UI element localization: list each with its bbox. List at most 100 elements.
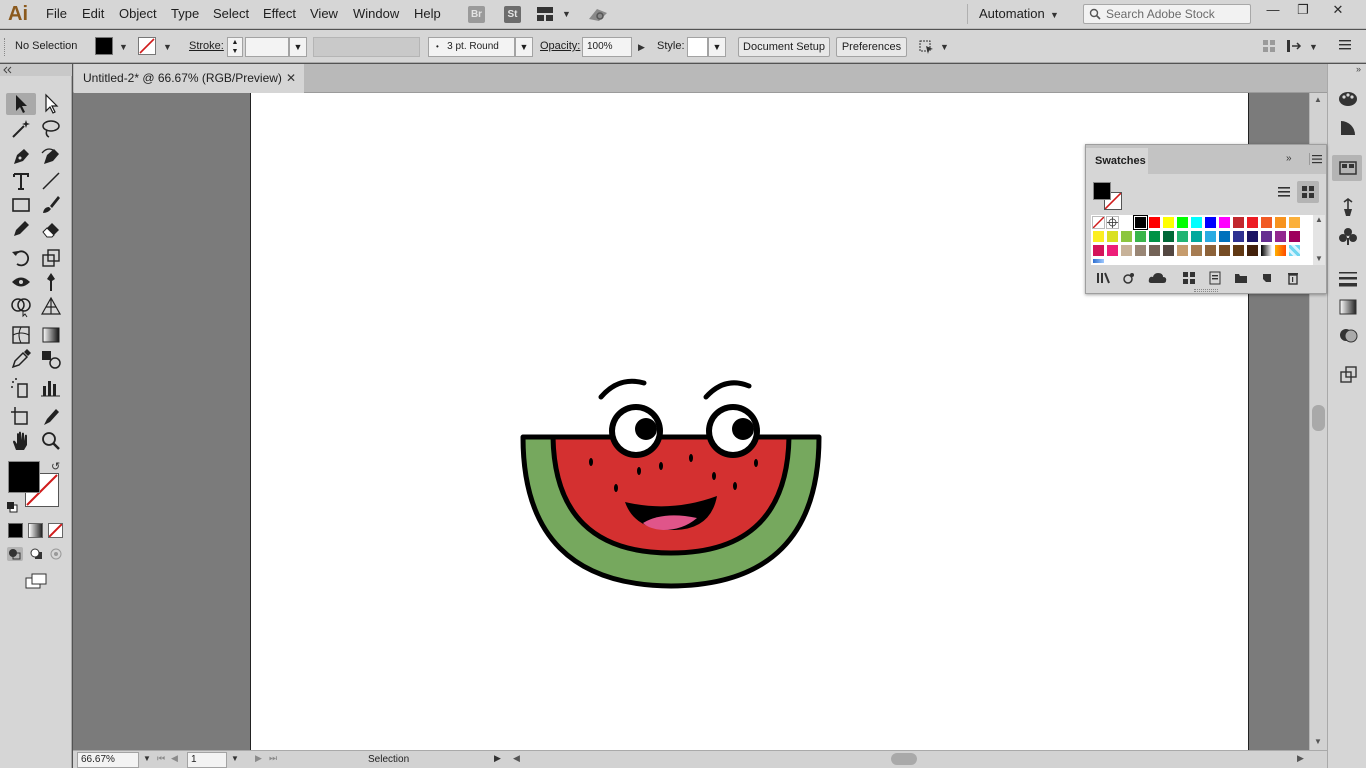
- column-graph-tool-icon[interactable]: [39, 376, 63, 400]
- arrange-icon[interactable]: [1263, 40, 1275, 52]
- chevron-right-icon[interactable]: ▶: [638, 42, 645, 53]
- arrange-documents-icon[interactable]: [537, 7, 553, 21]
- variable-width-profile[interactable]: [313, 37, 420, 57]
- swatch[interactable]: [1176, 230, 1189, 243]
- chevron-down-icon[interactable]: ▼: [708, 37, 726, 57]
- swatch[interactable]: [1246, 216, 1259, 229]
- swatch[interactable]: [1190, 230, 1203, 243]
- chevron-down-icon[interactable]: ▼: [562, 9, 571, 19]
- swatch[interactable]: [1274, 216, 1287, 229]
- chevron-down-icon[interactable]: ▼: [289, 37, 307, 57]
- last-artboard-icon[interactable]: ⏭: [269, 753, 277, 764]
- gradient-tool-icon[interactable]: [39, 323, 63, 347]
- panel-resize-grip[interactable]: [1194, 289, 1218, 292]
- swatch[interactable]: [1148, 244, 1161, 257]
- stroke-swatch[interactable]: [138, 37, 156, 55]
- swatch[interactable]: [1232, 216, 1245, 229]
- swatch[interactable]: [1218, 244, 1231, 257]
- chevron-down-icon[interactable]: ▼: [515, 37, 533, 57]
- chevron-down-icon[interactable]: ▼: [1309, 42, 1318, 52]
- stroke-panel-icon[interactable]: [1337, 267, 1359, 289]
- dock-collapse-icon[interactable]: »: [1356, 64, 1361, 74]
- transform-icon[interactable]: [1287, 39, 1303, 53]
- shaper-tool-icon[interactable]: [9, 217, 33, 241]
- scroll-up-icon[interactable]: ▲: [1314, 95, 1322, 104]
- swatch[interactable]: [1288, 216, 1301, 229]
- color-panel-icon[interactable]: [1337, 88, 1359, 110]
- swatch[interactable]: [1204, 230, 1217, 243]
- swatch[interactable]: [1288, 230, 1301, 243]
- swatch[interactable]: [1092, 230, 1105, 243]
- width-tool-icon[interactable]: [9, 270, 33, 294]
- puppet-warp-tool-icon[interactable]: [39, 270, 63, 294]
- color-group-icon[interactable]: [1208, 271, 1222, 285]
- menu-help[interactable]: Help: [414, 0, 441, 29]
- swatches-panel-icon[interactable]: [1337, 157, 1359, 179]
- cc-libraries-icon[interactable]: [1148, 271, 1168, 285]
- bridge-button[interactable]: Br: [468, 6, 485, 23]
- swatch[interactable]: [1134, 230, 1147, 243]
- paintbrush-tool-icon[interactable]: [39, 193, 63, 217]
- mesh-tool-icon[interactable]: [9, 323, 33, 347]
- menu-select[interactable]: Select: [213, 0, 249, 29]
- swatch-grid-scrollbar[interactable]: ▲ ▼: [1313, 215, 1325, 265]
- menu-edit[interactable]: Edit: [82, 0, 104, 29]
- gpu-performance-icon[interactable]: [587, 5, 609, 23]
- swatch[interactable]: [1204, 216, 1217, 229]
- thumbnail-view-icon[interactable]: [1297, 181, 1319, 203]
- slice-tool-icon[interactable]: [39, 405, 63, 429]
- swatch[interactable]: [1133, 215, 1148, 230]
- color-guide-icon[interactable]: [1337, 117, 1359, 139]
- graphic-style-swatch[interactable]: [687, 37, 708, 57]
- zoom-tool-icon[interactable]: [39, 429, 63, 453]
- swatch[interactable]: [1162, 244, 1175, 257]
- chevron-down-icon[interactable]: ▼: [940, 42, 949, 52]
- menu-view[interactable]: View: [310, 0, 338, 29]
- draw-behind-icon[interactable]: [29, 547, 45, 561]
- swatch[interactable]: [1092, 244, 1105, 257]
- gradient-panel-icon[interactable]: [1337, 296, 1359, 318]
- magic-wand-tool-icon[interactable]: [9, 117, 33, 141]
- collapse-panel-icon[interactable]: »: [1286, 153, 1292, 164]
- swatch[interactable]: [1162, 230, 1175, 243]
- panel-fill-box[interactable]: [1093, 182, 1111, 200]
- swatch-libraries-icon[interactable]: [1096, 271, 1110, 285]
- swatch[interactable]: [1162, 216, 1175, 229]
- first-artboard-icon[interactable]: ⏮: [157, 753, 165, 764]
- gradient-swatch[interactable]: [1260, 244, 1273, 257]
- pen-tool-icon[interactable]: [9, 145, 33, 169]
- document-setup-button[interactable]: Document Setup: [738, 37, 830, 57]
- swatch-registration[interactable]: [1106, 216, 1119, 229]
- chevron-down-icon[interactable]: ▼: [1050, 10, 1059, 20]
- new-swatch-icon[interactable]: [1260, 271, 1274, 285]
- swatch[interactable]: [1232, 230, 1245, 243]
- previous-artboard-icon[interactable]: ◀: [171, 753, 178, 764]
- scale-tool-icon[interactable]: [39, 246, 63, 270]
- swatch[interactable]: [1148, 216, 1161, 229]
- show-swatch-kinds-icon[interactable]: [1122, 271, 1136, 285]
- perspective-grid-tool-icon[interactable]: [39, 294, 63, 318]
- symbol-sprayer-tool-icon[interactable]: [9, 376, 33, 400]
- default-fill-stroke-icon[interactable]: [6, 501, 18, 513]
- new-color-group-icon[interactable]: [1234, 271, 1248, 285]
- swatch[interactable]: [1176, 216, 1189, 229]
- swatch[interactable]: [1246, 230, 1259, 243]
- shape-builder-tool-icon[interactable]: [9, 294, 33, 318]
- curvature-tool-icon[interactable]: [39, 145, 63, 169]
- menu-window[interactable]: Window: [353, 0, 399, 29]
- transparency-panel-icon[interactable]: [1337, 324, 1359, 346]
- chevron-down-icon[interactable]: ▼: [119, 42, 128, 52]
- draw-inside-icon[interactable]: [49, 547, 65, 561]
- chevron-down-icon[interactable]: ▼: [231, 754, 239, 763]
- line-segment-tool-icon[interactable]: [39, 169, 63, 193]
- swatch[interactable]: [1148, 230, 1161, 243]
- swatch-folder[interactable]: [1092, 258, 1105, 264]
- symbols-panel-icon[interactable]: [1337, 225, 1359, 247]
- delete-swatch-icon[interactable]: [1286, 271, 1300, 285]
- swatch[interactable]: [1106, 230, 1119, 243]
- vertical-scroll-thumb[interactable]: [1312, 405, 1325, 431]
- panel-menu-icon[interactable]: [1309, 153, 1322, 165]
- next-artboard-icon[interactable]: ▶: [255, 753, 262, 764]
- chevron-down-icon[interactable]: ▼: [163, 42, 172, 52]
- artboard-tool-icon[interactable]: [9, 405, 33, 429]
